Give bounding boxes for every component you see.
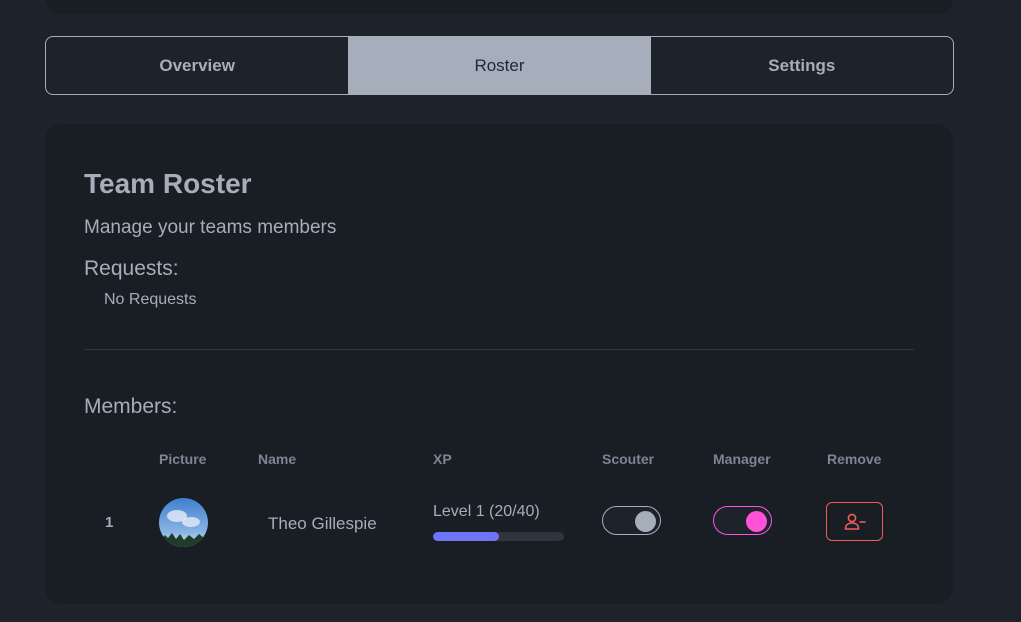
- page-title: Team Roster: [84, 168, 252, 199]
- xp-progress-bar: [433, 532, 564, 541]
- page-subtitle: Manage your teams members: [84, 217, 337, 238]
- roster-card: Team Roster Manage your teams members Re…: [45, 124, 953, 604]
- column-header-xp: XP: [433, 451, 452, 467]
- tab-bar: Overview Roster Settings: [45, 36, 954, 95]
- member-name: Theo Gillespie: [268, 514, 377, 533]
- remove-member-button[interactable]: [826, 502, 883, 541]
- toggle-knob: [746, 511, 767, 532]
- row-number: 1: [105, 514, 114, 531]
- column-header-picture: Picture: [159, 451, 207, 467]
- scouter-toggle[interactable]: [602, 506, 661, 535]
- section-divider: [84, 349, 914, 350]
- manager-toggle[interactable]: [713, 506, 772, 535]
- requests-empty-text: No Requests: [104, 291, 197, 308]
- column-header-remove: Remove: [827, 451, 882, 467]
- tab-settings[interactable]: Settings: [651, 37, 953, 94]
- tab-overview[interactable]: Overview: [46, 37, 348, 94]
- xp-progress-fill: [433, 532, 499, 541]
- column-header-name: Name: [258, 451, 297, 467]
- profile-photo-icon: [159, 498, 208, 547]
- toggle-knob: [635, 511, 656, 532]
- user-minus-icon: [844, 513, 866, 530]
- xp-level-label: Level 1 (20/40): [433, 503, 540, 520]
- members-heading: Members:: [84, 395, 178, 418]
- requests-heading: Requests:: [84, 257, 179, 280]
- avatar: [159, 498, 208, 547]
- tab-roster[interactable]: Roster: [348, 37, 651, 94]
- column-header-scouter: Scouter: [602, 451, 655, 467]
- previous-card-edge: [45, 0, 953, 14]
- column-header-manager: Manager: [713, 451, 771, 467]
